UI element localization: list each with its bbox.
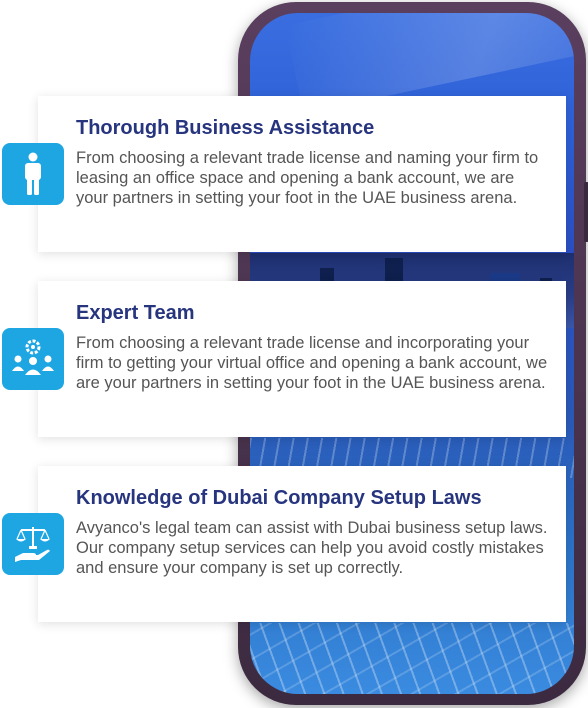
feature-description: From choosing a relevant trade license a… — [76, 334, 548, 392]
feature-title: Expert Team — [76, 302, 195, 324]
feature-title: Knowledge of Dubai Company Setup Laws — [76, 487, 482, 509]
phone-side-button — [584, 182, 588, 242]
road-interchange — [250, 623, 574, 694]
person-icon — [2, 143, 64, 205]
feature-description: Avyanco's legal team can assist with Dub… — [76, 519, 548, 577]
scales-hand-icon — [2, 513, 64, 575]
feature-title: Thorough Business Assistance — [76, 117, 375, 139]
feature-card-business-assistance: Thorough Business Assistance From choosi… — [38, 96, 566, 252]
feature-description: From choosing a relevant trade license a… — [76, 149, 539, 207]
feature-card-dubai-laws: Knowledge of Dubai Company Setup Laws Av… — [38, 466, 566, 622]
team-gear-icon — [2, 328, 64, 390]
feature-card-expert-team: Expert Team From choosing a relevant tra… — [38, 281, 566, 437]
